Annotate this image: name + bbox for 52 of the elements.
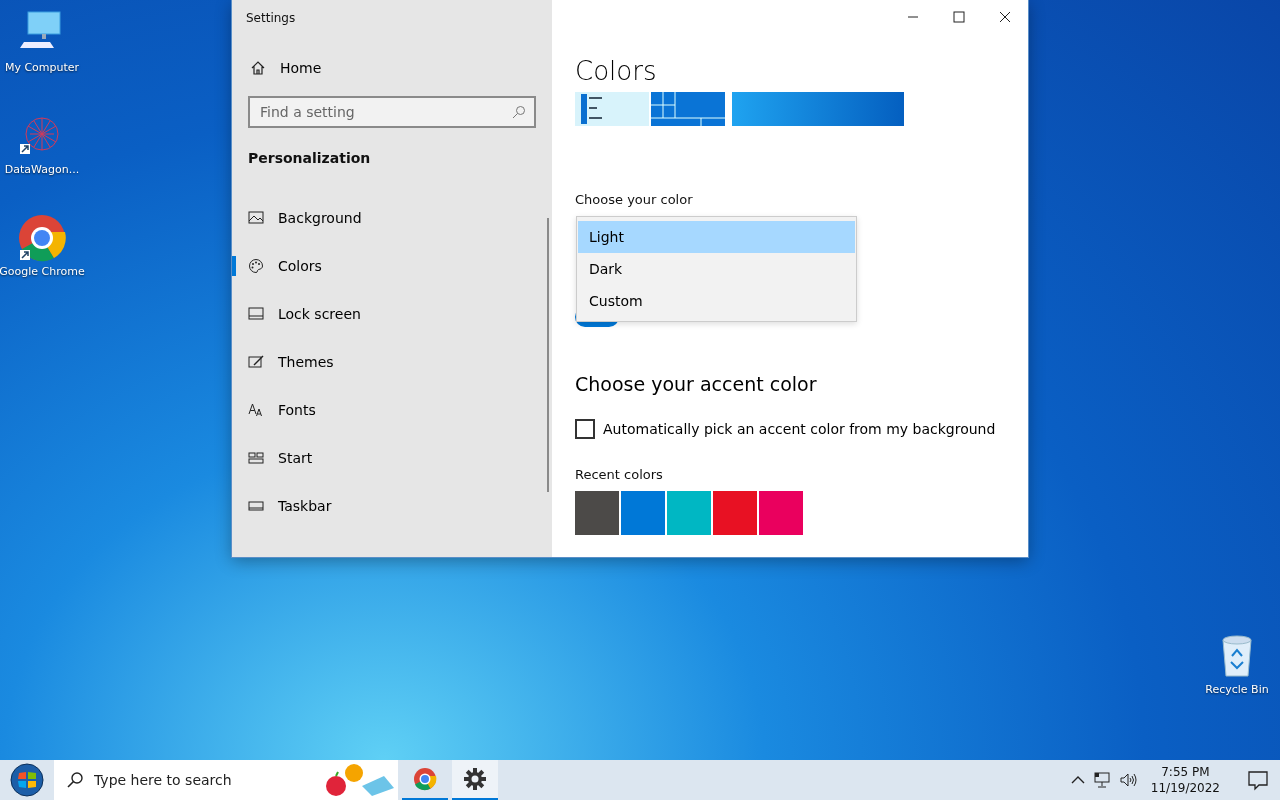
section-heading: Personalization [248,150,372,166]
dropdown-option[interactable]: Light [578,221,855,253]
scrollbar[interactable] [547,218,549,492]
monitor-icon [248,306,264,322]
close-icon[interactable] [999,11,1011,23]
dropdown-option[interactable]: Dark [578,253,855,285]
sidebar-item[interactable]: Start [232,434,552,482]
tiles-icon [248,450,264,466]
color-swatch[interactable] [575,491,619,535]
taskbar-app-button[interactable] [452,760,498,800]
search-field[interactable]: Find a setting [248,96,536,128]
home-icon [250,60,266,76]
home-link[interactable]: Home [280,60,322,76]
search-icon [66,771,84,789]
dropdown-option[interactable]: Custom [578,285,855,317]
field-label: Choose your color [575,192,694,207]
sidebar-item[interactable]: Fonts [232,386,552,434]
search-icon [512,105,526,119]
color-swatch[interactable] [713,491,757,535]
color-swatch[interactable] [759,491,803,535]
field-label: Recent colors [575,467,664,482]
clock-date[interactable]: 11/19/2022 [1150,780,1220,796]
color-swatch[interactable] [621,491,665,535]
checkbox[interactable] [575,419,595,439]
sidebar-item[interactable]: Taskbar [232,482,552,530]
taskbar-search-field[interactable]: Type here to search [54,760,398,800]
desktop-icon-label[interactable]: DataWagon... [4,162,80,177]
sidebar-item[interactable]: Colors [232,242,552,290]
brush-icon [248,354,264,370]
chrome-icon[interactable] [18,214,66,262]
maximize-icon[interactable] [953,11,965,23]
checkbox-label[interactable]: Automatically pick an accent color from my background [603,421,996,437]
window-title: Settings [245,10,297,27]
sidebar-item[interactable]: Background [232,194,552,242]
chevron-up-icon[interactable] [1070,775,1085,785]
palette-icon [248,258,264,274]
taskbar-icon [248,498,264,514]
desktop-icon-label[interactable]: Google Chrome [0,264,85,279]
start-button[interactable] [10,763,44,797]
desktop-icon-label[interactable]: My Computer [4,60,80,75]
font-icon [248,402,264,418]
picture-icon [248,210,264,226]
clock-time[interactable]: 7:55 PM [1161,764,1210,780]
section-heading: Choose your accent color [575,373,818,395]
chrome-icon [413,767,437,791]
speaker-icon[interactable] [1118,771,1137,789]
page-heading: Colors [575,56,658,86]
desktop-icon-label[interactable]: Recycle Bin [1205,682,1269,697]
network-icon[interactable] [1092,771,1111,789]
sidebar-item[interactable]: Themes [232,338,552,386]
sidebar-item[interactable]: Lock screen [232,290,552,338]
color-swatch[interactable] [667,491,711,535]
